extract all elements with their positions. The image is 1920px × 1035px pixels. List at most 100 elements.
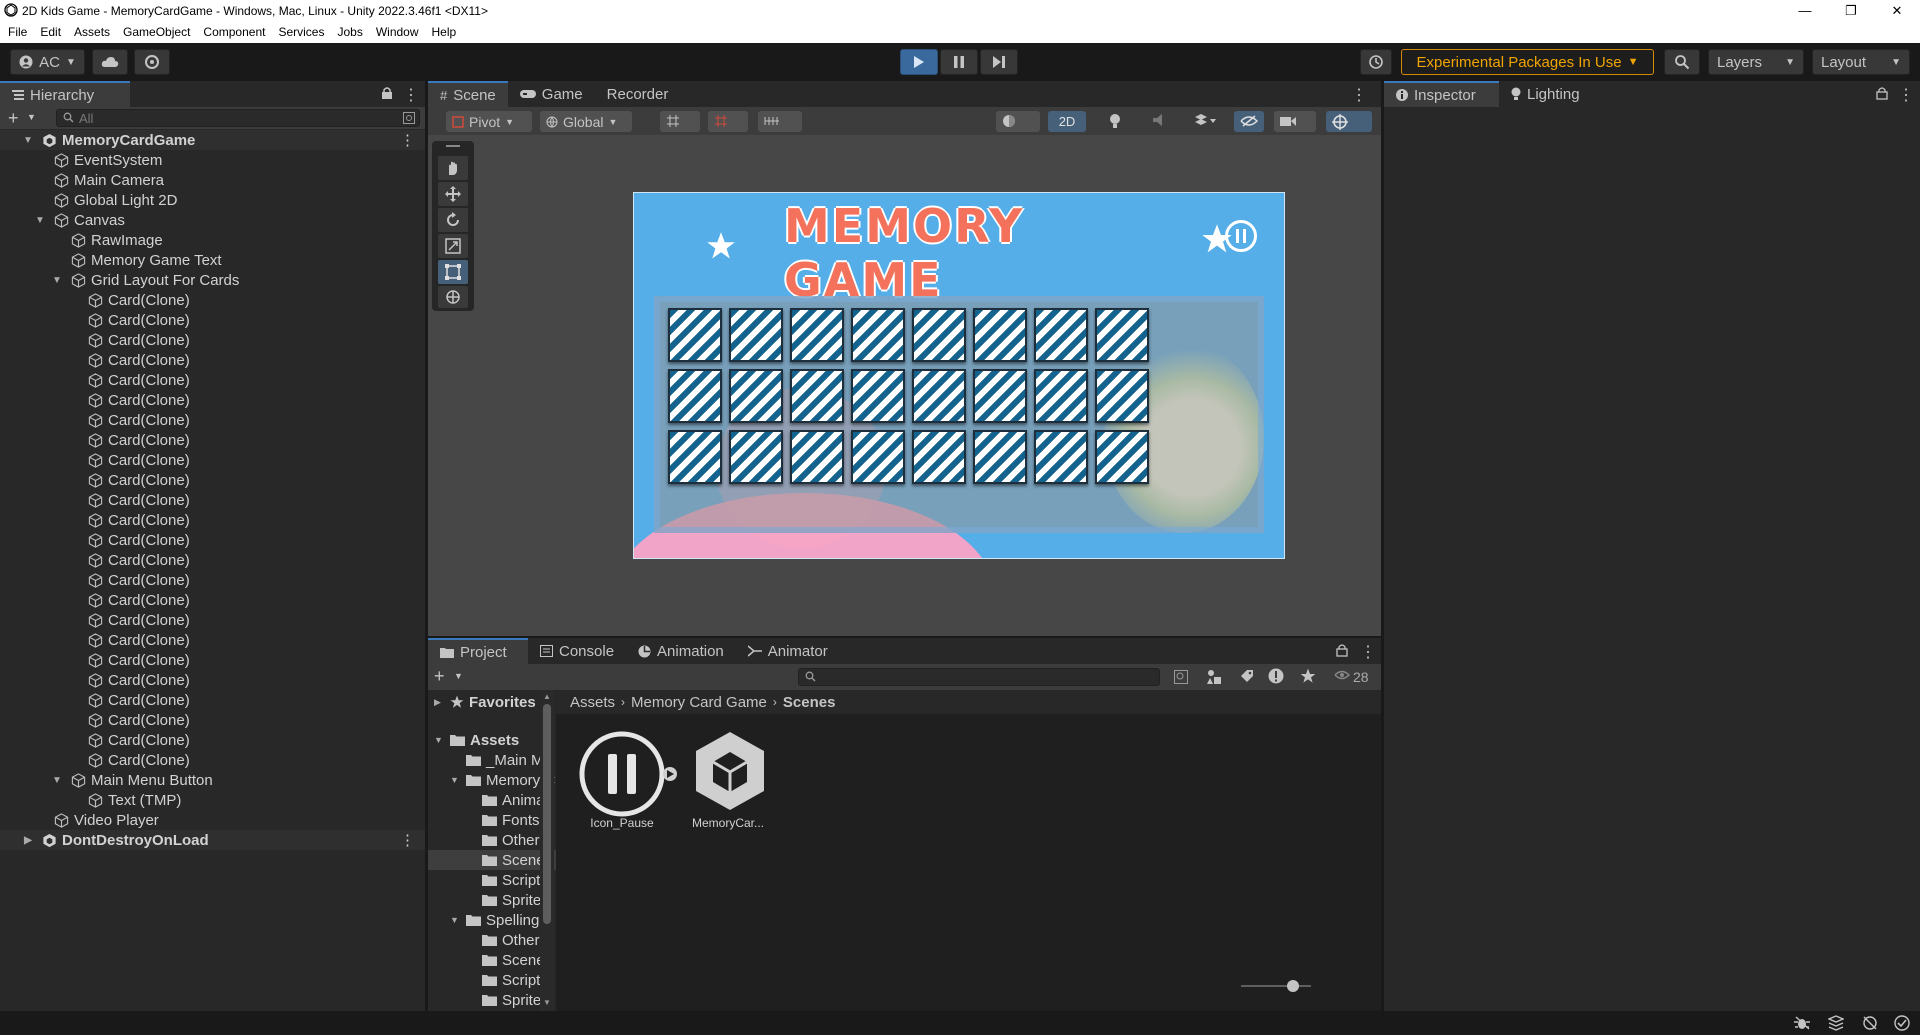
cloud-button[interactable] xyxy=(92,49,128,75)
increment-snap-dropdown[interactable] xyxy=(758,111,802,132)
project-tree-item[interactable]: Scenes xyxy=(428,850,556,870)
hierarchy-item[interactable]: Card(Clone) xyxy=(0,290,425,310)
more-options-icon[interactable]: ⋮ xyxy=(403,85,419,105)
scrollbar-thumb[interactable] xyxy=(543,704,551,924)
restore-icon[interactable]: ❐ xyxy=(1828,0,1874,21)
hierarchy-item[interactable]: Card(Clone) xyxy=(0,550,425,570)
menu-component[interactable]: Component xyxy=(203,25,272,39)
gizmos-dropdown[interactable] xyxy=(1326,111,1372,132)
project-tree-item[interactable]: Fonts xyxy=(428,810,556,830)
tab-game[interactable]: Game xyxy=(508,81,595,107)
memory-card[interactable] xyxy=(851,430,905,484)
layers-dropdown[interactable]: Layers ▼ xyxy=(1708,49,1804,75)
minimize-icon[interactable]: — xyxy=(1782,0,1828,21)
menu-file[interactable]: File xyxy=(8,25,34,39)
foldout-open-icon[interactable]: ▼ xyxy=(51,775,63,786)
tab-lighting[interactable]: Lighting xyxy=(1499,81,1592,107)
game-canvas[interactable]: MEMORY GAME xyxy=(633,192,1285,559)
foldout-closed-icon[interactable]: ▶ xyxy=(434,697,441,708)
memory-card[interactable] xyxy=(729,308,783,362)
collab-button[interactable] xyxy=(134,49,170,75)
debug-bug-icon[interactable] xyxy=(1794,1016,1810,1030)
breadcrumb-assets[interactable]: Assets xyxy=(570,694,615,711)
hand-tool[interactable] xyxy=(438,156,468,180)
memory-card[interactable] xyxy=(729,430,783,484)
menu-services[interactable]: Services xyxy=(278,25,331,39)
hierarchy-item[interactable]: ▼ Grid Layout For Cards xyxy=(0,270,425,290)
slider-thumb[interactable] xyxy=(1287,980,1299,992)
hierarchy-item[interactable]: Card(Clone) xyxy=(0,610,425,630)
memory-card[interactable] xyxy=(668,308,722,362)
hierarchy-item[interactable]: Card(Clone) xyxy=(0,410,425,430)
auto-generate-lighting-icon[interactable] xyxy=(1862,1015,1878,1031)
lighting-icon[interactable] xyxy=(1108,113,1122,129)
tree-scrollbar[interactable]: ▲ ▼ xyxy=(540,690,554,1011)
project-tree-item[interactable]: Scenes xyxy=(428,950,556,970)
hierarchy-item[interactable]: Text (TMP) xyxy=(0,790,425,810)
more-options-icon[interactable]: ⋮ xyxy=(1360,642,1376,662)
foldout-open-icon[interactable]: ▼ xyxy=(34,215,46,226)
hierarchy-item[interactable]: Card(Clone) xyxy=(0,370,425,390)
memory-card[interactable] xyxy=(790,369,844,423)
hierarchy-item[interactable]: Card(Clone) xyxy=(0,570,425,590)
hierarchy-item[interactable]: Memory Game Text xyxy=(0,250,425,270)
close-icon[interactable]: ✕ xyxy=(1874,0,1920,21)
memory-card[interactable] xyxy=(851,369,905,423)
memory-card[interactable] xyxy=(851,308,905,362)
menu-assets[interactable]: Assets xyxy=(74,25,117,39)
add-object-button[interactable]: + xyxy=(8,108,19,129)
step-button[interactable] xyxy=(980,49,1018,75)
memory-card[interactable] xyxy=(1095,369,1149,423)
tab-project[interactable]: Project xyxy=(428,638,528,664)
hierarchy-item[interactable]: EventSystem xyxy=(0,150,425,170)
project-tree-item[interactable]: Other xyxy=(428,930,556,950)
memory-card[interactable] xyxy=(973,369,1027,423)
hierarchy-item[interactable]: Card(Clone) xyxy=(0,630,425,650)
memory-card[interactable] xyxy=(1095,430,1149,484)
menu-help[interactable]: Help xyxy=(432,25,464,39)
memory-card[interactable] xyxy=(1034,369,1088,423)
memory-card[interactable] xyxy=(790,430,844,484)
hierarchy-item[interactable]: Card(Clone) xyxy=(0,650,425,670)
tab-animation[interactable]: Animation xyxy=(626,638,736,664)
project-tree-item[interactable]: ▼ Memory C xyxy=(428,770,556,790)
effects-icon[interactable] xyxy=(1194,113,1216,127)
chevron-down-icon[interactable]: ▼ xyxy=(454,671,463,681)
hierarchy-scene-row[interactable]: ▼ MemoryCardGame ⋮ xyxy=(0,130,425,150)
lock-icon[interactable] xyxy=(381,86,393,100)
2d-toggle[interactable]: 2D xyxy=(1048,111,1086,132)
breadcrumb-memory-card-game[interactable]: Memory Card Game xyxy=(631,694,767,711)
create-asset-button[interactable]: + xyxy=(434,666,445,687)
hierarchy-search-field[interactable]: All xyxy=(56,109,420,127)
hidden-packages-eye-icon[interactable] xyxy=(1334,670,1350,680)
memory-card[interactable] xyxy=(729,369,783,423)
move-tool[interactable] xyxy=(438,182,468,206)
hierarchy-item[interactable]: Card(Clone) xyxy=(0,590,425,610)
history-button[interactable] xyxy=(1360,49,1392,75)
hierarchy-item[interactable]: Card(Clone) xyxy=(0,430,425,450)
scene-search-icon[interactable] xyxy=(403,112,415,124)
hierarchy-item[interactable]: Card(Clone) xyxy=(0,730,425,750)
memory-card[interactable] xyxy=(668,430,722,484)
cache-server-icon[interactable] xyxy=(1828,1015,1844,1031)
hierarchy-item[interactable]: Card(Clone) xyxy=(0,310,425,330)
menu-jobs[interactable]: Jobs xyxy=(337,25,369,39)
account-button[interactable]: AC ▼ xyxy=(10,49,85,75)
memory-card[interactable] xyxy=(668,369,722,423)
more-options-icon[interactable]: ⋮ xyxy=(400,831,415,849)
hierarchy-item[interactable]: Card(Clone) xyxy=(0,750,425,770)
more-options-icon[interactable]: ⋮ xyxy=(400,131,415,149)
tab-animator[interactable]: Animator xyxy=(736,638,840,664)
menu-gameobject[interactable]: GameObject xyxy=(123,25,197,39)
tab-scene[interactable]: # Scene xyxy=(428,81,508,107)
project-tree-item[interactable]: _Main Me xyxy=(428,750,556,770)
hierarchy-item[interactable]: Card(Clone) xyxy=(0,710,425,730)
hierarchy-item[interactable]: Card(Clone) xyxy=(0,390,425,410)
hierarchy-item[interactable]: Global Light 2D xyxy=(0,190,425,210)
tab-hierarchy[interactable]: Hierarchy xyxy=(0,81,130,107)
hierarchy-item[interactable]: Card(Clone) xyxy=(0,470,425,490)
favorite-star-icon[interactable] xyxy=(1300,668,1316,684)
scene-visibility-toggle[interactable] xyxy=(1234,111,1264,132)
project-tree-item[interactable]: Scripts xyxy=(428,870,556,890)
pivot-dropdown[interactable]: Pivot ▼ xyxy=(446,111,532,132)
